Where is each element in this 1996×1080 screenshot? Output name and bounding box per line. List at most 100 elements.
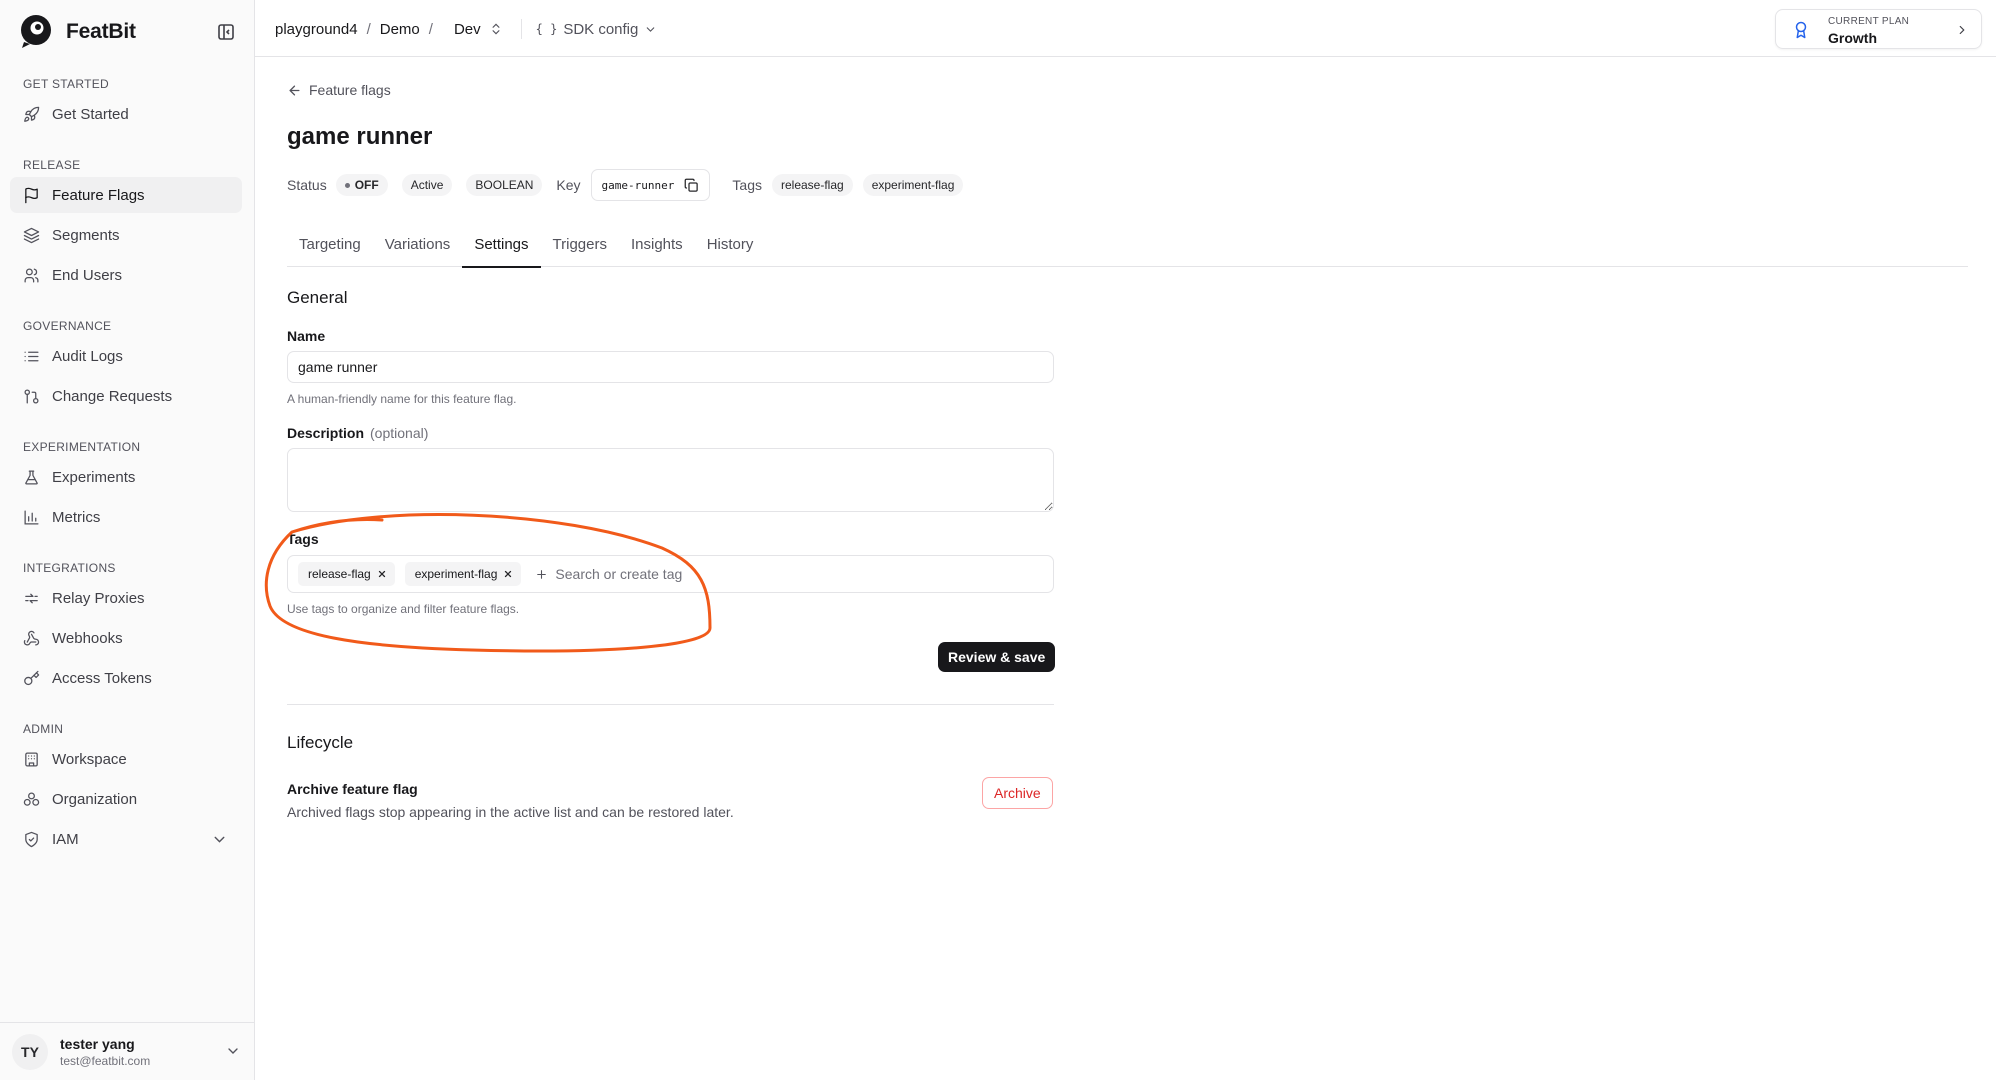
review-save-button[interactable]: Review & save — [938, 642, 1056, 672]
nav-section-governance: GOVERNANCE — [23, 319, 112, 333]
tab-settings[interactable]: Settings — [462, 225, 541, 268]
list-icon — [24, 351, 39, 361]
description-label: Description (optional) — [287, 425, 428, 441]
back-to-feature-flags-link[interactable]: Feature flags — [287, 82, 391, 98]
building-icon — [25, 751, 38, 767]
breadcrumb-environment[interactable]: Dev — [454, 21, 481, 38]
sidebar-item-label: End Users — [52, 266, 123, 284]
page-title: game runner — [287, 123, 433, 150]
chevron-down-icon[interactable] — [211, 831, 228, 848]
breadcrumb-env-group[interactable]: Demo — [380, 21, 420, 38]
tags-label: Tags — [732, 177, 762, 193]
sidebar-toggle-icon[interactable] — [216, 22, 236, 42]
state-badge: Active — [401, 174, 453, 196]
sidebar-item-workspace[interactable]: Workspace — [10, 741, 242, 777]
breadcrumb: playground4 / Demo / Dev { } SDK config — [275, 19, 657, 39]
sidebar-item-label: Feature Flags — [52, 186, 145, 204]
sidebar-item-label: Audit Logs — [52, 347, 123, 365]
sidebar-item-label: Workspace — [52, 750, 127, 768]
sidebar-item-audit-logs[interactable]: Audit Logs — [10, 338, 242, 374]
chevron-down-icon — [647, 26, 655, 32]
braces-icon: { } — [535, 22, 558, 36]
sidebar-item-relay-proxies[interactable]: Relay Proxies — [10, 580, 242, 616]
sidebar-item-segments[interactable]: Segments — [10, 217, 242, 253]
sidebar: FeatBit GET STARTED Get Started RELEASE … — [0, 0, 255, 1080]
flag-tabs: Targeting Variations Settings Triggers I… — [287, 225, 1968, 268]
user-name: tester yang — [60, 1035, 135, 1052]
tab-variations[interactable]: Variations — [373, 225, 463, 267]
sidebar-item-iam[interactable]: IAM — [10, 821, 242, 857]
key-icon — [24, 670, 40, 685]
status-label: Status — [287, 177, 327, 193]
users-icon — [24, 267, 39, 283]
breadcrumb-project[interactable]: playground4 — [275, 21, 358, 38]
user-email: test@featbit.com — [60, 1053, 151, 1068]
flag-key-value: game-runner — [601, 178, 675, 192]
sidebar-item-label: Experiments — [52, 468, 136, 486]
sidebar-item-label: Organization — [52, 790, 138, 808]
flag-meta: Status OFF Active BOOLEAN Key game-runne… — [287, 169, 973, 201]
breadcrumb-separator: / — [366, 20, 371, 38]
flag-key: game-runner — [590, 169, 711, 201]
status-value: OFF — [354, 178, 379, 192]
user-menu[interactable]: TY tester yang test@featbit.com — [0, 1022, 255, 1080]
arrow-left-icon — [289, 85, 300, 95]
close-icon[interactable] — [377, 569, 387, 579]
bar-chart-icon — [24, 509, 39, 525]
copy-icon[interactable] — [684, 178, 699, 193]
chevrons-up-down-icon[interactable] — [489, 22, 503, 36]
sidebar-item-label: Change Requests — [52, 387, 173, 405]
chevron-right-icon — [1959, 25, 1965, 35]
tag-chip: release-flag — [298, 562, 395, 586]
sidebar-item-change-requests[interactable]: Change Requests — [10, 378, 242, 414]
award-icon — [1795, 21, 1807, 39]
webhook-icon — [23, 630, 40, 646]
sidebar-item-label: Metrics — [52, 508, 101, 526]
brand[interactable]: FeatBit — [18, 14, 136, 50]
sidebar-item-webhooks[interactable]: Webhooks — [10, 620, 242, 656]
git-pull-request-icon — [24, 388, 39, 404]
status-dot-icon — [344, 182, 350, 188]
section-divider — [287, 704, 1054, 705]
sidebar-item-label: Get Started — [52, 105, 129, 123]
archive-button[interactable]: Archive — [982, 777, 1053, 809]
sidebar-item-metrics[interactable]: Metrics — [10, 499, 242, 535]
lifecycle-section-title: Lifecycle — [287, 733, 354, 752]
archive-title: Archive feature flag — [287, 781, 418, 797]
plus-icon — [537, 569, 547, 579]
brand-name: FeatBit — [66, 20, 136, 43]
current-plan-button[interactable]: CURRENT PLAN Growth — [1775, 9, 1982, 49]
sdk-config-button[interactable]: { } SDK config — [536, 21, 658, 38]
shield-icon — [25, 831, 38, 847]
sidebar-item-feature-flags[interactable]: Feature Flags — [10, 177, 242, 213]
sidebar-item-end-users[interactable]: End Users — [10, 257, 242, 293]
plan-value: Growth — [1828, 30, 1877, 46]
tag-chip-label: experiment-flag — [414, 567, 498, 581]
close-icon[interactable] — [503, 569, 513, 579]
tab-triggers[interactable]: Triggers — [541, 225, 619, 267]
description-optional: (optional) — [370, 425, 429, 441]
sidebar-item-access-tokens[interactable]: Access Tokens — [10, 660, 242, 696]
sidebar-item-get-started[interactable]: Get Started — [10, 96, 242, 132]
sdk-config-label: SDK config — [563, 20, 639, 38]
tag-badge: experiment-flag — [862, 174, 964, 196]
sidebar-nav: GET STARTED Get Started RELEASE Feature … — [10, 68, 242, 861]
chevron-down-icon[interactable] — [225, 1043, 241, 1059]
tag-search-input[interactable] — [555, 566, 706, 582]
tab-insights[interactable]: Insights — [619, 225, 695, 267]
sidebar-item-experiments[interactable]: Experiments — [10, 459, 242, 495]
tags-input[interactable]: release-flag experiment-flag — [287, 555, 1054, 593]
nav-section-experimentation: EXPERIMENTATION — [23, 440, 141, 454]
nav-section-release: RELEASE — [23, 158, 81, 172]
description-textarea[interactable] — [287, 448, 1054, 512]
tags-help-text: Use tags to organize and filter feature … — [287, 602, 520, 616]
name-input[interactable] — [287, 351, 1054, 383]
nav-section-get-started: GET STARTED — [23, 77, 109, 91]
plan-label: CURRENT PLAN — [1828, 16, 1910, 27]
tab-history[interactable]: History — [695, 225, 766, 267]
key-label: Key — [556, 177, 581, 193]
tab-targeting[interactable]: Targeting — [287, 225, 373, 267]
sidebar-item-organization[interactable]: Organization — [10, 781, 242, 817]
topbar: playground4 / Demo / Dev { } SDK config … — [255, 0, 1996, 57]
flag-icon — [25, 187, 38, 203]
